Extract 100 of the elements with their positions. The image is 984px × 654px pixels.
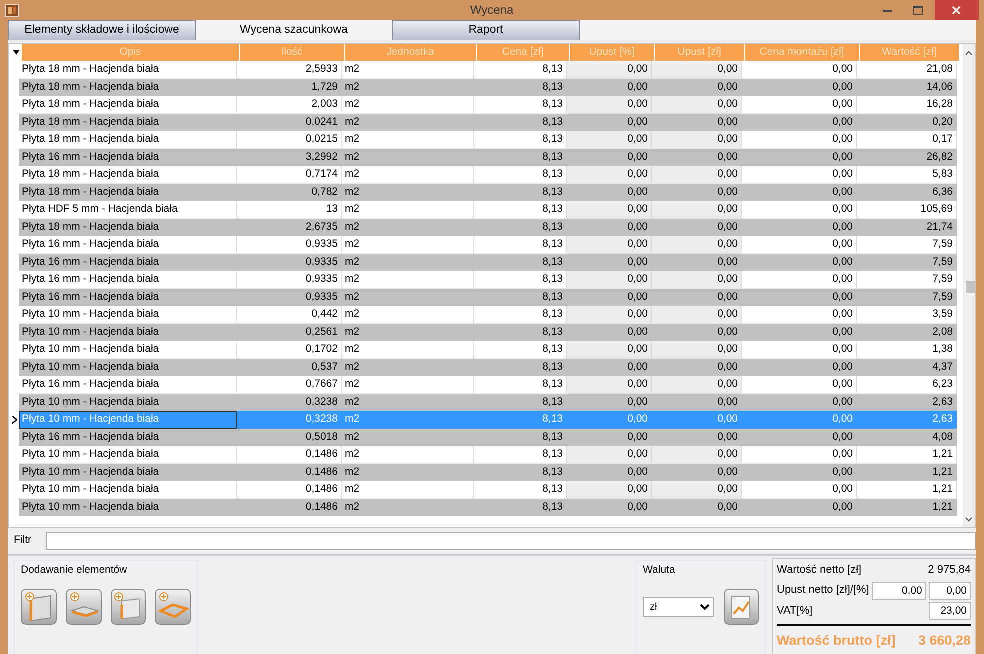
table-cell: 4,08 xyxy=(857,428,957,446)
table-cell: m2 xyxy=(342,464,474,481)
table-cell: 0,3238 xyxy=(237,394,342,411)
table-cell: 0,00 xyxy=(742,411,857,428)
app-icon xyxy=(5,4,20,16)
table-cell: 7,59 xyxy=(857,288,957,306)
table-cell: 2,63 xyxy=(857,411,957,428)
table-cell: Płyta 18 mm - Hacjenda biała xyxy=(19,114,237,131)
vertical-scrollbar[interactable] xyxy=(963,44,975,527)
table-cell: 8,13 xyxy=(474,288,567,306)
table-cell: 8,13 xyxy=(474,148,567,166)
minimize-icon xyxy=(883,8,892,12)
table-cell: 0,00 xyxy=(742,148,857,166)
close-icon xyxy=(952,6,962,14)
table-cell: 0,782 xyxy=(237,184,342,201)
column-header[interactable]: Cena [zł] xyxy=(477,44,570,61)
table-cell: 0,00 xyxy=(652,394,742,411)
table-cell: 0,00 xyxy=(567,254,652,271)
table-cell: 0,3238 xyxy=(237,411,342,428)
table-cell: 0,9335 xyxy=(237,288,342,306)
column-header[interactable]: Wartość [zł] xyxy=(860,44,960,61)
table-cell: 8,13 xyxy=(474,324,567,341)
table-cell: 0,00 xyxy=(742,254,857,271)
chart-button[interactable] xyxy=(724,589,759,626)
vat-label: VAT[%] xyxy=(777,604,813,619)
scroll-down-icon[interactable] xyxy=(965,517,973,523)
table-cell: m2 xyxy=(342,78,474,96)
table-cell: m2 xyxy=(342,324,474,341)
table-cell: 0,00 xyxy=(652,131,742,148)
table-cell: m2 xyxy=(342,358,474,376)
add-element-button[interactable] xyxy=(21,589,57,626)
currency-select[interactable]: zł xyxy=(643,597,714,618)
vat-field[interactable]: 23,00 xyxy=(929,602,971,620)
group-title: Waluta xyxy=(643,563,676,578)
table-cell: m2 xyxy=(342,254,474,271)
add-element-button[interactable] xyxy=(110,589,146,626)
table-cell: m2 xyxy=(342,394,474,411)
table-cell: 1,21 xyxy=(857,464,957,481)
table-cell: 0,0241 xyxy=(237,114,342,131)
table-cell: 8,13 xyxy=(474,394,567,411)
discount-amount-field[interactable]: 0,00 xyxy=(872,582,926,600)
table-cell: 0,537 xyxy=(237,358,342,376)
scroll-thumb[interactable] xyxy=(966,281,975,293)
table-cell: 14,06 xyxy=(857,78,957,96)
table-cell: Płyta 10 mm - Hacjenda biała xyxy=(19,464,237,481)
table-cell: 0,00 xyxy=(567,201,652,218)
discount-percent-field[interactable]: 0,00 xyxy=(929,582,971,600)
table-cell: 3,2992 xyxy=(237,148,342,166)
table-cell: 26,82 xyxy=(857,148,957,166)
column-header[interactable]: Opis xyxy=(22,44,240,61)
table-cell: 0,00 xyxy=(567,324,652,341)
table-cell: 0,00 xyxy=(652,341,742,358)
table-cell: 8,13 xyxy=(474,218,567,236)
table-cell: 0,00 xyxy=(742,394,857,411)
table-cell: 0,00 xyxy=(567,96,652,114)
add-element-button[interactable] xyxy=(155,589,191,626)
table-cell: Płyta 18 mm - Hacjenda biała xyxy=(19,218,237,236)
table-cell: 0,00 xyxy=(652,184,742,201)
table-cell: 21,74 xyxy=(857,218,957,236)
table-cell: 0,00 xyxy=(742,184,857,201)
table-cell: 8,13 xyxy=(474,254,567,271)
table-cell: 0,9335 xyxy=(237,254,342,271)
table-cell: m2 xyxy=(342,218,474,236)
column-header[interactable]: Cena montażu [zł] xyxy=(745,44,860,61)
close-button[interactable] xyxy=(934,0,979,20)
column-header[interactable]: Jednostka xyxy=(345,44,477,61)
table-cell: 8,13 xyxy=(474,78,567,96)
filter-field[interactable] xyxy=(46,532,976,550)
table-cell: Płyta 16 mm - Hacjenda biała xyxy=(19,254,237,271)
table-cell: 0,00 xyxy=(567,166,652,184)
table-cell: 0,00 xyxy=(652,96,742,114)
table-cell: 8,13 xyxy=(474,358,567,376)
table-cell: m2 xyxy=(342,428,474,446)
table-cell: 0,00 xyxy=(652,446,742,464)
table-cell: 0,00 xyxy=(567,148,652,166)
table-cell: 0,00 xyxy=(567,464,652,481)
scroll-up-icon[interactable] xyxy=(965,50,973,56)
table-cell: Płyta 10 mm - Hacjenda biała xyxy=(19,498,237,516)
table-cell: 0,00 xyxy=(652,411,742,428)
table-cell: 0,1486 xyxy=(237,498,342,516)
column-header[interactable]: Ilość xyxy=(240,44,345,61)
tab[interactable]: Elementy składowe i ilościowe xyxy=(8,20,196,40)
table-cell: 0,00 xyxy=(567,428,652,446)
table-cell: 0,2561 xyxy=(237,324,342,341)
table-cell: 0,00 xyxy=(567,78,652,96)
column-header[interactable]: Upust [%] xyxy=(570,44,655,61)
table-cell: 0,00 xyxy=(652,324,742,341)
tab[interactable]: Raport xyxy=(392,20,580,40)
table-cell: 0,00 xyxy=(567,114,652,131)
table-cell: 0,00 xyxy=(652,166,742,184)
table-cell: m2 xyxy=(342,114,474,131)
table-cell: 0,00 xyxy=(652,288,742,306)
add-element-button[interactable] xyxy=(66,589,102,626)
table-cell: 0,00 xyxy=(567,394,652,411)
table-cell: 0,00 xyxy=(567,446,652,464)
table-cell: 8,13 xyxy=(474,464,567,481)
table-cell: 0,00 xyxy=(742,288,857,306)
table-cell: m2 xyxy=(342,184,474,201)
table-cell: 0,00 xyxy=(567,376,652,394)
column-header[interactable]: Upust [zł] xyxy=(655,44,745,61)
